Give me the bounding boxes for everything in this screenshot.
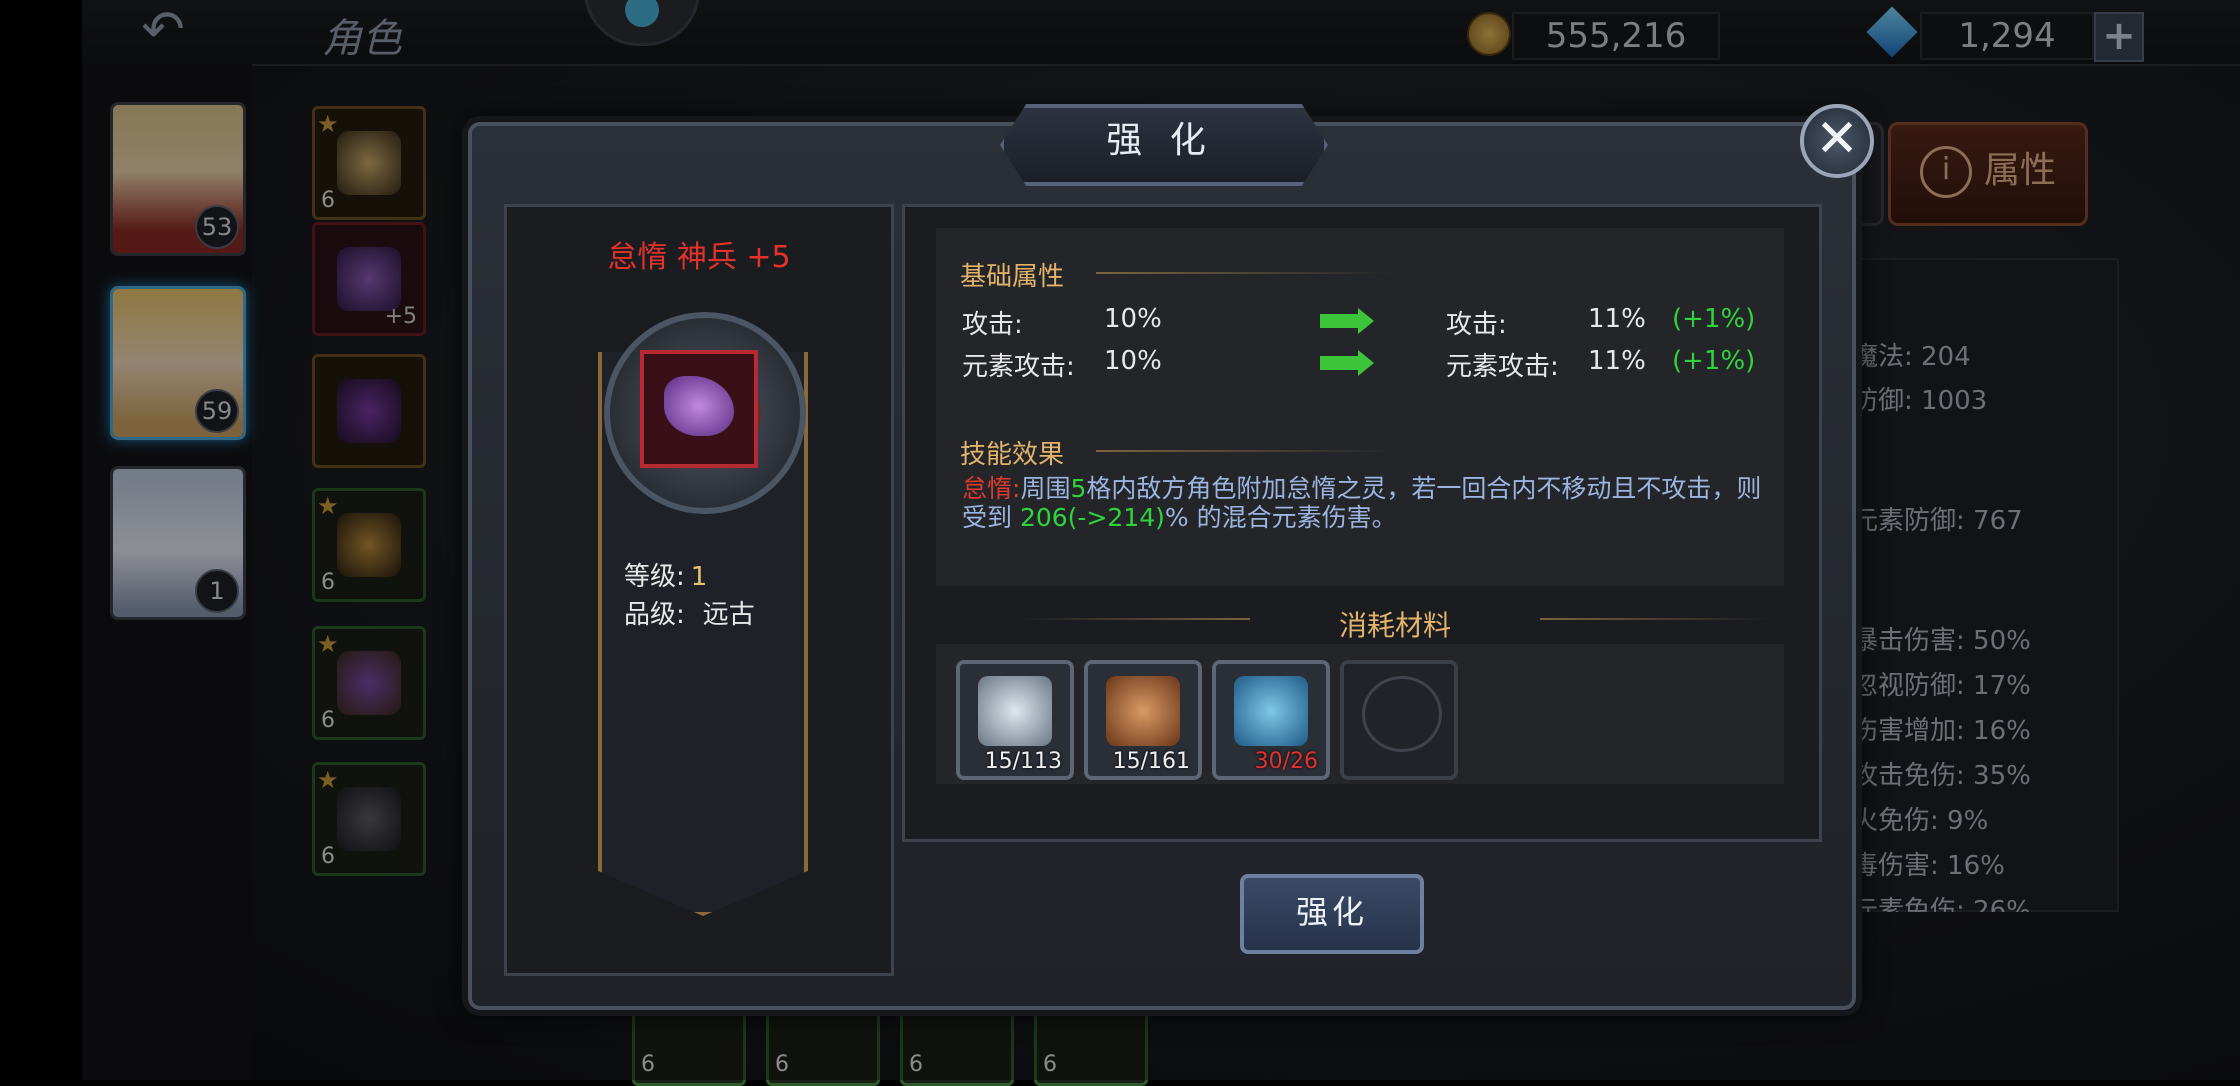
material-slot-1[interactable]: 15/113 (956, 660, 1074, 780)
armor-shard-icon (978, 676, 1052, 746)
skill-effect-title: 技能效果 (960, 440, 1065, 470)
close-button[interactable]: ✕ (1800, 104, 1874, 178)
strengthen-button[interactable]: 强化 (1240, 874, 1424, 954)
divider (1020, 618, 1250, 620)
divider (1096, 450, 1396, 452)
dialog-title: 强 化 (1106, 120, 1214, 161)
attr-delta: (+1%) (1672, 346, 1756, 376)
lamp-weapon-icon (640, 350, 758, 468)
attr-label: 攻击: (962, 310, 1023, 340)
attr-after-label: 元素攻击: (1446, 352, 1559, 382)
scroll-icon (1234, 676, 1308, 746)
base-attributes-title: 基础属性 (960, 262, 1065, 292)
item-name: 怠惰 神兵 +5 (607, 240, 791, 275)
arrow-right-icon (1320, 350, 1374, 376)
material-slot-4[interactable] (1340, 660, 1458, 780)
skill-description: 怠惰:周围5格内敌方角色附加怠惰之灵，若一回合内不移动且不攻击，则受到 206(… (962, 474, 1762, 532)
attr-delta: (+1%) (1672, 304, 1756, 334)
arrow-right-icon (1320, 308, 1374, 334)
attr-after-label: 攻击: (1446, 310, 1507, 340)
leather-icon (1106, 676, 1180, 746)
material-slot-3[interactable]: 30/26 (1212, 660, 1330, 780)
item-level: 等级: 1 (624, 562, 708, 592)
attr-after: 11% (1588, 346, 1646, 376)
divider (1540, 618, 1770, 620)
material-slot-2[interactable]: 15/161 (1084, 660, 1202, 780)
materials-title: 消耗材料 (1338, 609, 1451, 642)
attr-before: 10% (1104, 346, 1162, 376)
divider (1096, 272, 1396, 274)
empty-slot-icon (1362, 676, 1442, 752)
attr-before: 10% (1104, 304, 1162, 334)
attr-after: 11% (1588, 304, 1646, 334)
attr-label: 元素攻击: (962, 352, 1075, 382)
item-grade: 品级: 远古 (624, 600, 755, 630)
